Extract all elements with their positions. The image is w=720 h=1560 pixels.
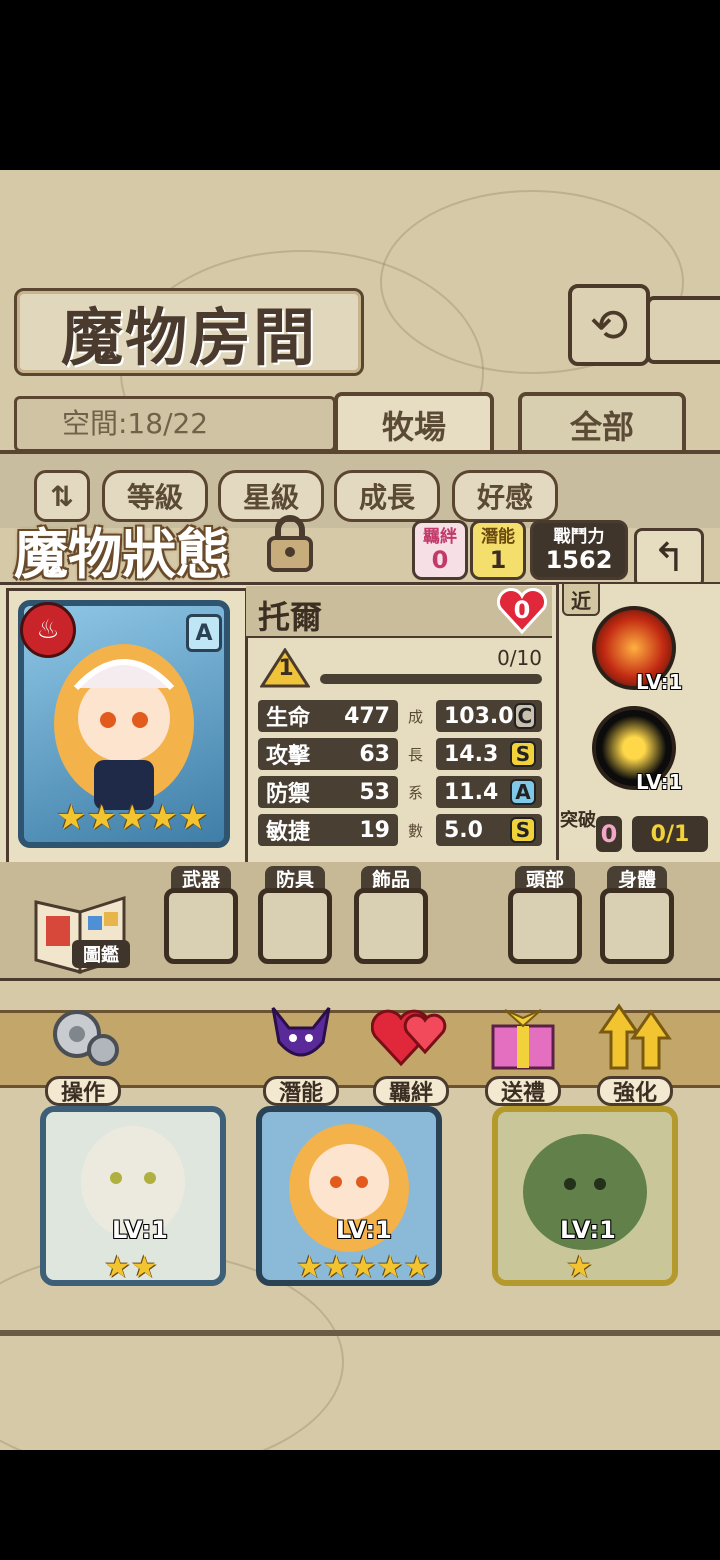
skill-1-level: LV:1	[636, 670, 683, 694]
growth-glyph: 系	[408, 784, 424, 802]
equip-slot[interactable]	[258, 888, 332, 964]
equip-slot-label: 防具	[265, 866, 325, 891]
exp-text: 0/10	[497, 646, 542, 670]
grade-badge: C	[513, 703, 536, 729]
stat-row: 生命 477	[258, 700, 398, 732]
growth-row: 103.0 C	[436, 700, 542, 732]
action-button[interactable]: 潛能	[256, 996, 346, 1106]
stat-row: 防禦 53	[258, 776, 398, 808]
monster-name: 托爾	[258, 598, 323, 636]
close-status-arrow-icon[interactable]: ↰	[634, 528, 704, 588]
game-screen: 魔物房間 ⟲ 空間:18/22 牧場 全部 ⇅ 等級 星級 成長 好感 魔物狀態…	[0, 170, 720, 1450]
equip-slot[interactable]	[508, 888, 582, 964]
stat-value: 19	[359, 817, 390, 843]
growth-glyph: 長	[408, 746, 424, 764]
equip-slot[interactable]	[354, 888, 428, 964]
growth-row: 5.0 S	[436, 814, 542, 846]
card-1-stars: ★★	[104, 1250, 158, 1285]
gift-icon	[483, 1002, 563, 1076]
card-2-stars: ★★★★★	[296, 1250, 431, 1285]
equip-slot-label: 武器	[171, 866, 231, 891]
card-3-stars: ★	[566, 1250, 593, 1285]
breakthrough-progress: 0/1	[632, 816, 708, 852]
bond-badge: 羈絆 0	[412, 520, 468, 580]
growth-value: 14.3	[444, 741, 499, 767]
action-button[interactable]: 強化	[590, 996, 680, 1106]
gear-icon	[43, 1002, 123, 1076]
affection-value: 0	[513, 596, 531, 624]
stat-label: 防禦	[266, 782, 311, 807]
room-title-plate: 魔物房間	[14, 288, 364, 376]
stat-value: 53	[359, 779, 390, 805]
card-1-level: LV:1	[112, 1216, 168, 1244]
filter-growth[interactable]: 成長	[334, 470, 440, 522]
growth-row: 11.4 A	[436, 776, 542, 808]
equip-slot-label: 飾品	[361, 866, 421, 891]
equip-slot-label: 頭部	[515, 866, 575, 891]
tab-all[interactable]: 全部	[518, 392, 686, 454]
back-button-extension	[646, 296, 720, 364]
grade-badge: S	[510, 741, 536, 767]
upgrade-arrows-icon	[595, 1002, 675, 1076]
equip-slot[interactable]	[600, 888, 674, 964]
filter-affection[interactable]: 好感	[452, 470, 558, 522]
growth-value: 103.0	[444, 703, 514, 729]
stat-row: 敏捷 19	[258, 814, 398, 846]
breakthrough-label: 突破	[560, 810, 596, 831]
power-badge: 戰鬥力 1562	[530, 520, 628, 580]
growth-row: 14.3 S	[436, 738, 542, 770]
rank-badge: A	[186, 614, 222, 652]
growth-value: 11.4	[444, 779, 499, 805]
level-badge-value: 1	[278, 656, 294, 681]
page-title: 魔物房間	[60, 301, 317, 374]
potential-badge: 潛能 1	[470, 520, 526, 580]
demon-icon	[261, 1002, 341, 1076]
stat-label: 攻擊	[266, 744, 311, 769]
action-button[interactable]: 送禮	[478, 996, 568, 1106]
breakthrough-count: 0	[596, 816, 622, 852]
growth-value: 5.0	[444, 817, 483, 843]
card-3-level: LV:1	[560, 1216, 616, 1244]
stat-label: 生命	[266, 706, 311, 731]
action-label: 操作	[45, 1076, 121, 1106]
bottom-divider	[0, 1330, 720, 1336]
action-label: 潛能	[263, 1076, 339, 1106]
tab-ranch[interactable]: 牧場	[334, 392, 494, 454]
lock-icon[interactable]	[258, 510, 322, 574]
exp-bar	[320, 674, 542, 684]
grade-badge: A	[510, 779, 536, 805]
hearts-icon	[370, 1002, 451, 1076]
growth-glyph: 成	[408, 708, 424, 726]
stat-value: 63	[359, 741, 390, 767]
space-counter: 空間:18/22	[62, 407, 209, 440]
equip-slot[interactable]	[164, 888, 238, 964]
fire-icon: ♨	[20, 602, 76, 658]
skill-2-level: LV:1	[636, 770, 683, 794]
equip-slot-label: 身體	[607, 866, 667, 891]
action-button[interactable]: 操作	[38, 996, 128, 1106]
card-2-level: LV:1	[336, 1216, 392, 1244]
stat-value: 477	[344, 703, 390, 729]
book-label: 圖鑑	[72, 940, 130, 968]
action-label: 送禮	[485, 1076, 561, 1106]
action-label: 強化	[597, 1076, 673, 1106]
stat-label: 敏捷	[266, 820, 311, 845]
growth-glyph: 數	[408, 822, 424, 840]
action-label: 羈絆	[373, 1076, 449, 1106]
return-arrow-icon[interactable]: ⟲	[568, 284, 650, 366]
status-title: 魔物狀態	[14, 522, 230, 586]
action-button[interactable]: 羈絆	[366, 996, 456, 1106]
stat-row: 攻擊 63	[258, 738, 398, 770]
range-badge: 近	[562, 582, 600, 616]
portrait-stars: ★★★★★	[56, 798, 209, 838]
grade-badge: S	[510, 817, 536, 843]
